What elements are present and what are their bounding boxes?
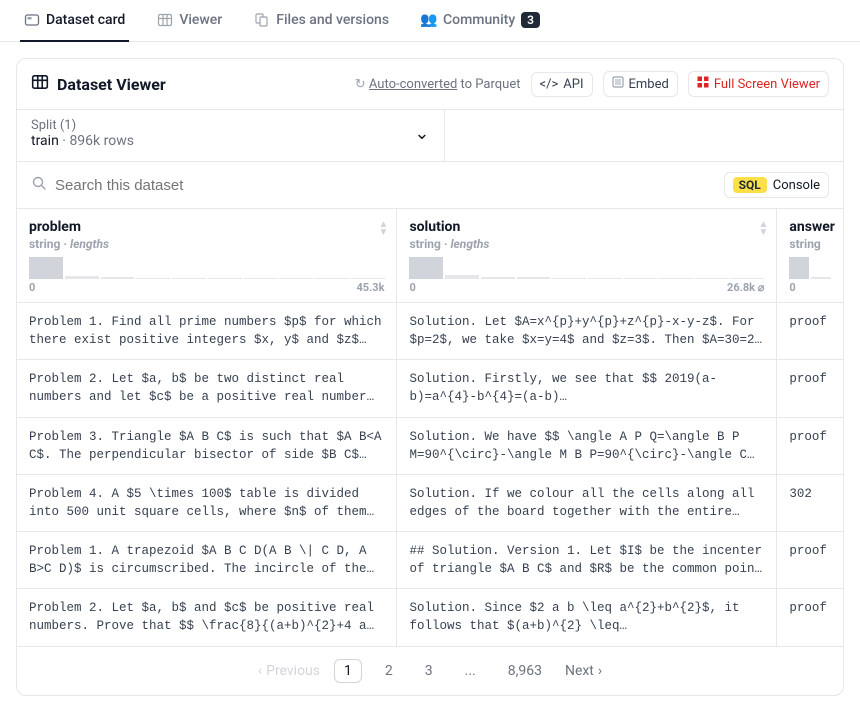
histogram <box>29 257 384 279</box>
cell-solution: Solution. We have $$ \angle A P Q=\angle… <box>397 417 777 474</box>
search-icon <box>31 175 47 195</box>
split-rows: 896k rows <box>69 133 134 149</box>
sort-icon: ▲▼ <box>379 221 389 237</box>
tab-community[interactable]: 👥 Community 3 <box>417 0 544 42</box>
table-row[interactable]: Problem 4. A $5 \times 100$ table is div… <box>17 474 843 531</box>
nav-tabs: Dataset card Viewer Files and versions 👥… <box>0 0 860 42</box>
tab-label: Dataset card <box>46 12 125 28</box>
chevron-left-icon: ‹ <box>258 663 262 679</box>
pager-page[interactable]: 8,963 <box>499 660 551 682</box>
cell-answer: proof <box>777 532 843 589</box>
tab-label: Viewer <box>179 12 222 28</box>
histogram <box>409 257 764 279</box>
table-icon <box>31 73 49 95</box>
split-name: train <box>31 133 59 149</box>
chevron-down-icon: ⌄ <box>414 123 429 144</box>
auto-converted-link[interactable]: Auto-converted <box>369 77 457 92</box>
tab-files[interactable]: Files and versions <box>250 0 393 42</box>
cell-answer: proof <box>777 417 843 474</box>
search-row: SQL Console <box>17 162 843 209</box>
pager-page[interactable]: 1 <box>334 659 362 683</box>
cell-answer: proof <box>777 589 843 646</box>
pager-ellipsis: ... <box>456 660 485 682</box>
table-row[interactable]: Problem 1. Find all prime numbers $p$ fo… <box>17 303 843 360</box>
search-input-wrap <box>31 175 712 195</box>
split-selector[interactable]: Split (1) train · 896k rows ⌄ <box>17 110 445 161</box>
embed-icon <box>612 76 624 92</box>
sql-chip: SQL <box>733 177 767 193</box>
histogram <box>789 257 831 279</box>
cell-solution: Solution. If we colour all the cells alo… <box>397 474 777 531</box>
panel-title: Dataset Viewer <box>31 73 166 95</box>
fullscreen-button[interactable]: Full Screen Viewer <box>688 71 829 97</box>
chevron-right-icon: › <box>598 663 602 679</box>
community-badge: 3 <box>521 12 540 28</box>
panel-header: Dataset Viewer ↻ Auto-converted to Parqu… <box>17 59 843 110</box>
split-empty <box>445 110 844 161</box>
pager-page[interactable]: 2 <box>376 660 402 682</box>
cell-problem: Problem 2. Let $a, b$ be two distinct re… <box>17 360 397 417</box>
sql-console-button[interactable]: SQL Console <box>724 172 829 198</box>
panel-actions: ↻ Auto-converted to Parquet </> API Embe… <box>355 71 829 97</box>
cell-problem: Problem 3. Triangle $A B C$ is such that… <box>17 417 397 474</box>
tab-dataset-card[interactable]: Dataset card <box>20 0 129 42</box>
cell-solution: ## Solution. Version 1. Let $I$ be the i… <box>397 532 777 589</box>
cell-solution: Solution. Since $2 a b \leq a^{2}+b^{2}$… <box>397 589 777 646</box>
pager-page[interactable]: 3 <box>416 660 442 682</box>
table-row[interactable]: Problem 2. Let $a, b$ and $c$ be positiv… <box>17 589 843 646</box>
cell-problem: Problem 1. A trapezoid $A B C D(A B \| C… <box>17 532 397 589</box>
cell-problem: Problem 2. Let $a, b$ and $c$ be positiv… <box>17 589 397 646</box>
table-icon <box>157 12 173 28</box>
cell-problem: Problem 4. A $5 \times 100$ table is div… <box>17 474 397 531</box>
pager: ‹ Previous 1 2 3 ... 8,963 Next › <box>17 647 843 695</box>
cell-answer: proof <box>777 303 843 360</box>
files-icon <box>254 12 270 28</box>
table-row[interactable]: Problem 2. Let $a, b$ be two distinct re… <box>17 360 843 417</box>
api-button[interactable]: </> API <box>531 72 593 97</box>
grid-icon <box>697 76 709 92</box>
search-input[interactable] <box>55 177 712 194</box>
sort-icon: ▲▼ <box>759 221 769 237</box>
cell-problem: Problem 1. Find all prime numbers $p$ fo… <box>17 303 397 360</box>
dataset-viewer-panel: Dataset Viewer ↻ Auto-converted to Parqu… <box>16 58 844 696</box>
table-row[interactable]: Problem 3. Triangle $A B C$ is such that… <box>17 417 843 474</box>
pager-next[interactable]: Next › <box>565 663 602 679</box>
tab-label: Files and versions <box>276 12 389 28</box>
table-row[interactable]: Problem 1. A trapezoid $A B C D(A B \| C… <box>17 532 843 589</box>
split-row: Split (1) train · 896k rows ⌄ <box>17 110 843 162</box>
cell-answer: proof <box>777 360 843 417</box>
panel-title-text: Dataset Viewer <box>57 75 166 94</box>
pager-previous[interactable]: ‹ Previous <box>258 663 320 679</box>
tab-viewer[interactable]: Viewer <box>153 0 226 42</box>
split-label: Split (1) <box>31 118 134 133</box>
tab-label: Community <box>443 12 515 28</box>
column-header-answer[interactable]: answer string 0 <box>777 209 843 303</box>
refresh-icon: ↻ <box>355 77 366 92</box>
embed-button[interactable]: Embed <box>603 71 678 97</box>
column-header-problem[interactable]: problem string · lengths ▲▼ 045.3k <box>17 209 397 303</box>
cell-solution: Solution. Let $A=x^{p}+y^{p}+z^{p}-x-y-z… <box>397 303 777 360</box>
auto-converted-text: ↻ Auto-converted to Parquet <box>355 77 521 92</box>
card-icon <box>24 12 40 28</box>
data-table: problem string · lengths ▲▼ 045.3k solut… <box>17 209 843 647</box>
cell-solution: Solution. Firstly, we see that $$ 2019(a… <box>397 360 777 417</box>
cell-answer: 302 <box>777 474 843 531</box>
code-icon: </> <box>540 77 559 92</box>
community-icon: 👥 <box>421 12 437 28</box>
column-header-solution[interactable]: solution string · lengths ▲▼ 026.8k ⌀ <box>397 209 777 303</box>
